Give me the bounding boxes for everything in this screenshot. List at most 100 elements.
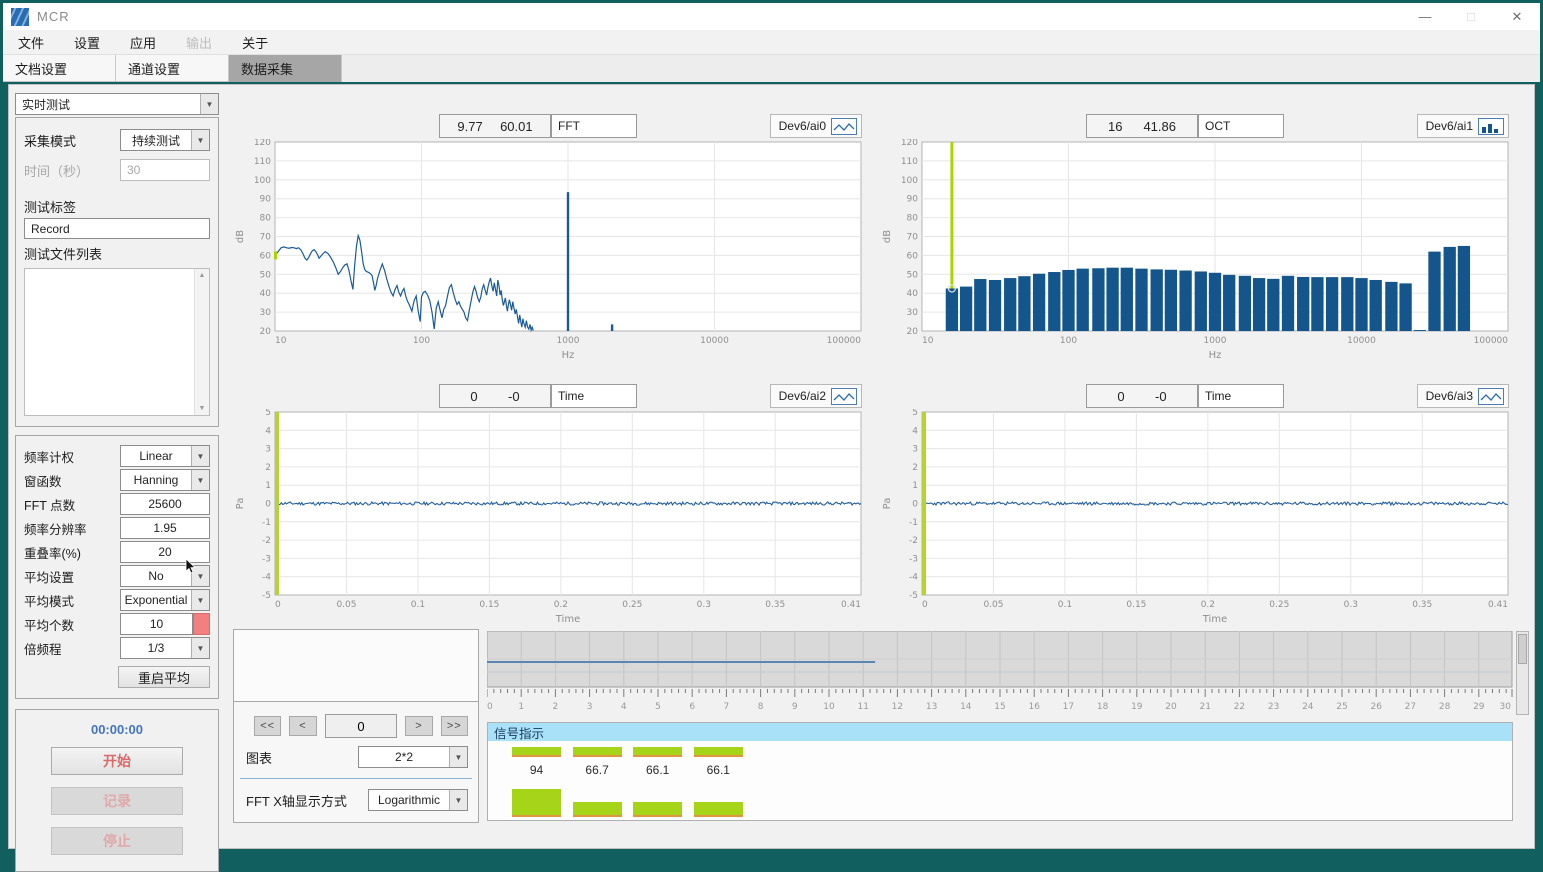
svg-text:10: 10 (823, 702, 835, 712)
scrollbar-thumb[interactable] (1518, 634, 1527, 664)
svg-text:1000: 1000 (557, 336, 580, 346)
oct-chart-panel: 1641.86 OCT Dev6/ai1 2030405060708090100… (878, 91, 1525, 361)
list-scrollbar[interactable]: ▲ ▼ (194, 269, 209, 415)
scroll-up-icon[interactable]: ▲ (195, 272, 209, 279)
menu-bar: 文件 设置 应用 输出 关于 (3, 30, 1540, 55)
timeline-overview[interactable]: 0123456789101112131415161718192021222324… (487, 631, 1513, 715)
fft-xaxis-mode-label: FFT X轴显示方式 (246, 791, 368, 810)
nav-next-button[interactable]: > (405, 716, 432, 736)
mouse-cursor-icon (185, 559, 196, 575)
menu-application[interactable]: 应用 (115, 30, 171, 54)
svg-text:27: 27 (1405, 702, 1416, 712)
svg-text:16: 16 (1028, 702, 1040, 712)
nav-counter[interactable]: 0 (325, 714, 398, 738)
svg-text:30: 30 (1500, 702, 1512, 712)
stop-button[interactable]: 停止 (51, 827, 183, 855)
app-logo-icon (11, 8, 29, 26)
main-panel: 实时测试 ▼ 采集模式 持续测试 ▼ 时间（秒） 30 测试标签 (8, 84, 1535, 849)
time1-plot[interactable]: -5-4-3-2-101234500.050.10.150.20.250.30.… (231, 409, 871, 625)
menu-output[interactable]: 输出 (171, 30, 227, 54)
svg-text:13: 13 (926, 702, 937, 712)
menu-file[interactable]: 文件 (3, 30, 59, 54)
avg-mode-select[interactable]: Exponential▼ (120, 589, 210, 611)
nav-prev-button[interactable]: < (289, 716, 316, 736)
chevron-down-icon: ▼ (191, 130, 209, 150)
octave-fraction-select[interactable]: 1/3▼ (120, 637, 210, 659)
menu-settings[interactable]: 设置 (59, 30, 115, 54)
freq-resolution-label: 频率分辨率 (24, 519, 120, 538)
svg-text:Time: Time (1202, 614, 1227, 625)
acq-mode-select[interactable]: 持续测试 ▼ (120, 129, 210, 151)
time1-channel-selector[interactable]: Dev6/ai2 (770, 384, 862, 408)
svg-text:-5: -5 (262, 591, 271, 601)
avg-count-label: 平均个数 (24, 615, 120, 634)
avg-count-input[interactable]: 10 (120, 613, 193, 635)
test-file-list[interactable]: ▲ ▼ (24, 268, 210, 416)
tab-channel-settings[interactable]: 通道设置 (116, 55, 229, 82)
nav-first-button[interactable]: << (254, 716, 281, 736)
record-button[interactable]: 记录 (51, 787, 183, 815)
oct-type-field[interactable]: OCT (1198, 114, 1284, 138)
svg-text:2: 2 (912, 463, 918, 473)
svg-text:11: 11 (857, 702, 868, 712)
svg-text:0.05: 0.05 (336, 600, 356, 610)
elapsed-timer: 00:00:00 (24, 722, 210, 737)
svg-text:1000: 1000 (1204, 336, 1227, 346)
time2-type-field[interactable]: Time (1198, 384, 1284, 408)
svg-text:0: 0 (912, 500, 918, 510)
svg-text:0.35: 0.35 (765, 600, 785, 610)
tab-data-acquisition[interactable]: 数据采集 (229, 55, 342, 82)
line-chart-icon (831, 118, 857, 135)
svg-text:0.2: 0.2 (554, 600, 568, 610)
svg-text:0.3: 0.3 (1344, 600, 1358, 610)
svg-text:10: 10 (275, 336, 287, 346)
oct-channel-selector[interactable]: Dev6/ai1 (1417, 114, 1509, 138)
svg-text:0.1: 0.1 (1058, 600, 1072, 610)
signal-meter-bar (633, 802, 682, 817)
close-button[interactable]: ✕ (1494, 3, 1540, 30)
test-tag-input[interactable]: Record (24, 218, 210, 239)
minimize-button[interactable]: — (1402, 3, 1448, 30)
svg-text:100: 100 (254, 176, 271, 186)
freq-weighting-select[interactable]: Linear▼ (120, 445, 210, 467)
timeline-scrollbar[interactable] (1516, 631, 1529, 715)
menu-about[interactable]: 关于 (227, 30, 283, 54)
signal-level-bar (573, 747, 622, 757)
avg-setting-label: 平均设置 (24, 567, 120, 586)
preview-box (234, 630, 478, 702)
setting-row-octave-fraction: 倍频程1/3▼ (24, 636, 210, 660)
nav-last-button[interactable]: >> (441, 716, 468, 736)
restart-average-button[interactable]: 重启平均 (118, 666, 210, 688)
time2-plot[interactable]: -5-4-3-2-101234500.050.10.150.20.250.30.… (878, 409, 1518, 625)
svg-text:3: 3 (265, 445, 271, 455)
avg-setting-select[interactable]: No▼ (120, 565, 210, 587)
signal-indicator-body: 9466.766.166.1 (488, 741, 1512, 820)
oct-plot[interactable]: 2030405060708090100110120101001000100001… (878, 139, 1518, 361)
time1-type-field[interactable]: Time (551, 384, 637, 408)
svg-text:22: 22 (1234, 702, 1245, 712)
fft-plot[interactable]: 2030405060708090100110120101001000100001… (231, 139, 871, 361)
fft-points-input[interactable]: 25600 (120, 493, 210, 515)
start-button[interactable]: 开始 (51, 747, 183, 775)
overlap-percent-input[interactable]: 20 (120, 541, 210, 563)
svg-text:Time: Time (555, 614, 580, 625)
fft-chart-panel: 9.7760.01 FFT Dev6/ai0 20304050607080901… (231, 91, 878, 361)
time2-channel-selector[interactable]: Dev6/ai3 (1417, 384, 1509, 408)
chart-layout-select[interactable]: 2*2 ▼ (358, 746, 468, 768)
scroll-down-icon[interactable]: ▼ (195, 405, 209, 412)
setting-row-window-function: 窗函数Hanning▼ (24, 468, 210, 492)
chevron-down-icon: ▼ (449, 747, 467, 767)
maximize-button[interactable]: □ (1448, 3, 1494, 30)
fft-xaxis-mode-select[interactable]: Logarithmic ▼ (368, 789, 468, 811)
svg-text:0.05: 0.05 (983, 600, 1003, 610)
svg-text:23: 23 (1268, 702, 1279, 712)
time-seconds-input[interactable]: 30 (120, 159, 210, 181)
svg-text:0.3: 0.3 (697, 600, 711, 610)
fft-channel-selector[interactable]: Dev6/ai0 (770, 114, 862, 138)
svg-text:4: 4 (621, 702, 627, 712)
window-function-select[interactable]: Hanning▼ (120, 469, 210, 491)
fft-type-field[interactable]: FFT (551, 114, 637, 138)
freq-resolution-input[interactable]: 1.95 (120, 517, 210, 539)
test-mode-select[interactable]: 实时测试 ▼ (15, 93, 219, 115)
tab-document-settings[interactable]: 文档设置 (3, 55, 116, 82)
